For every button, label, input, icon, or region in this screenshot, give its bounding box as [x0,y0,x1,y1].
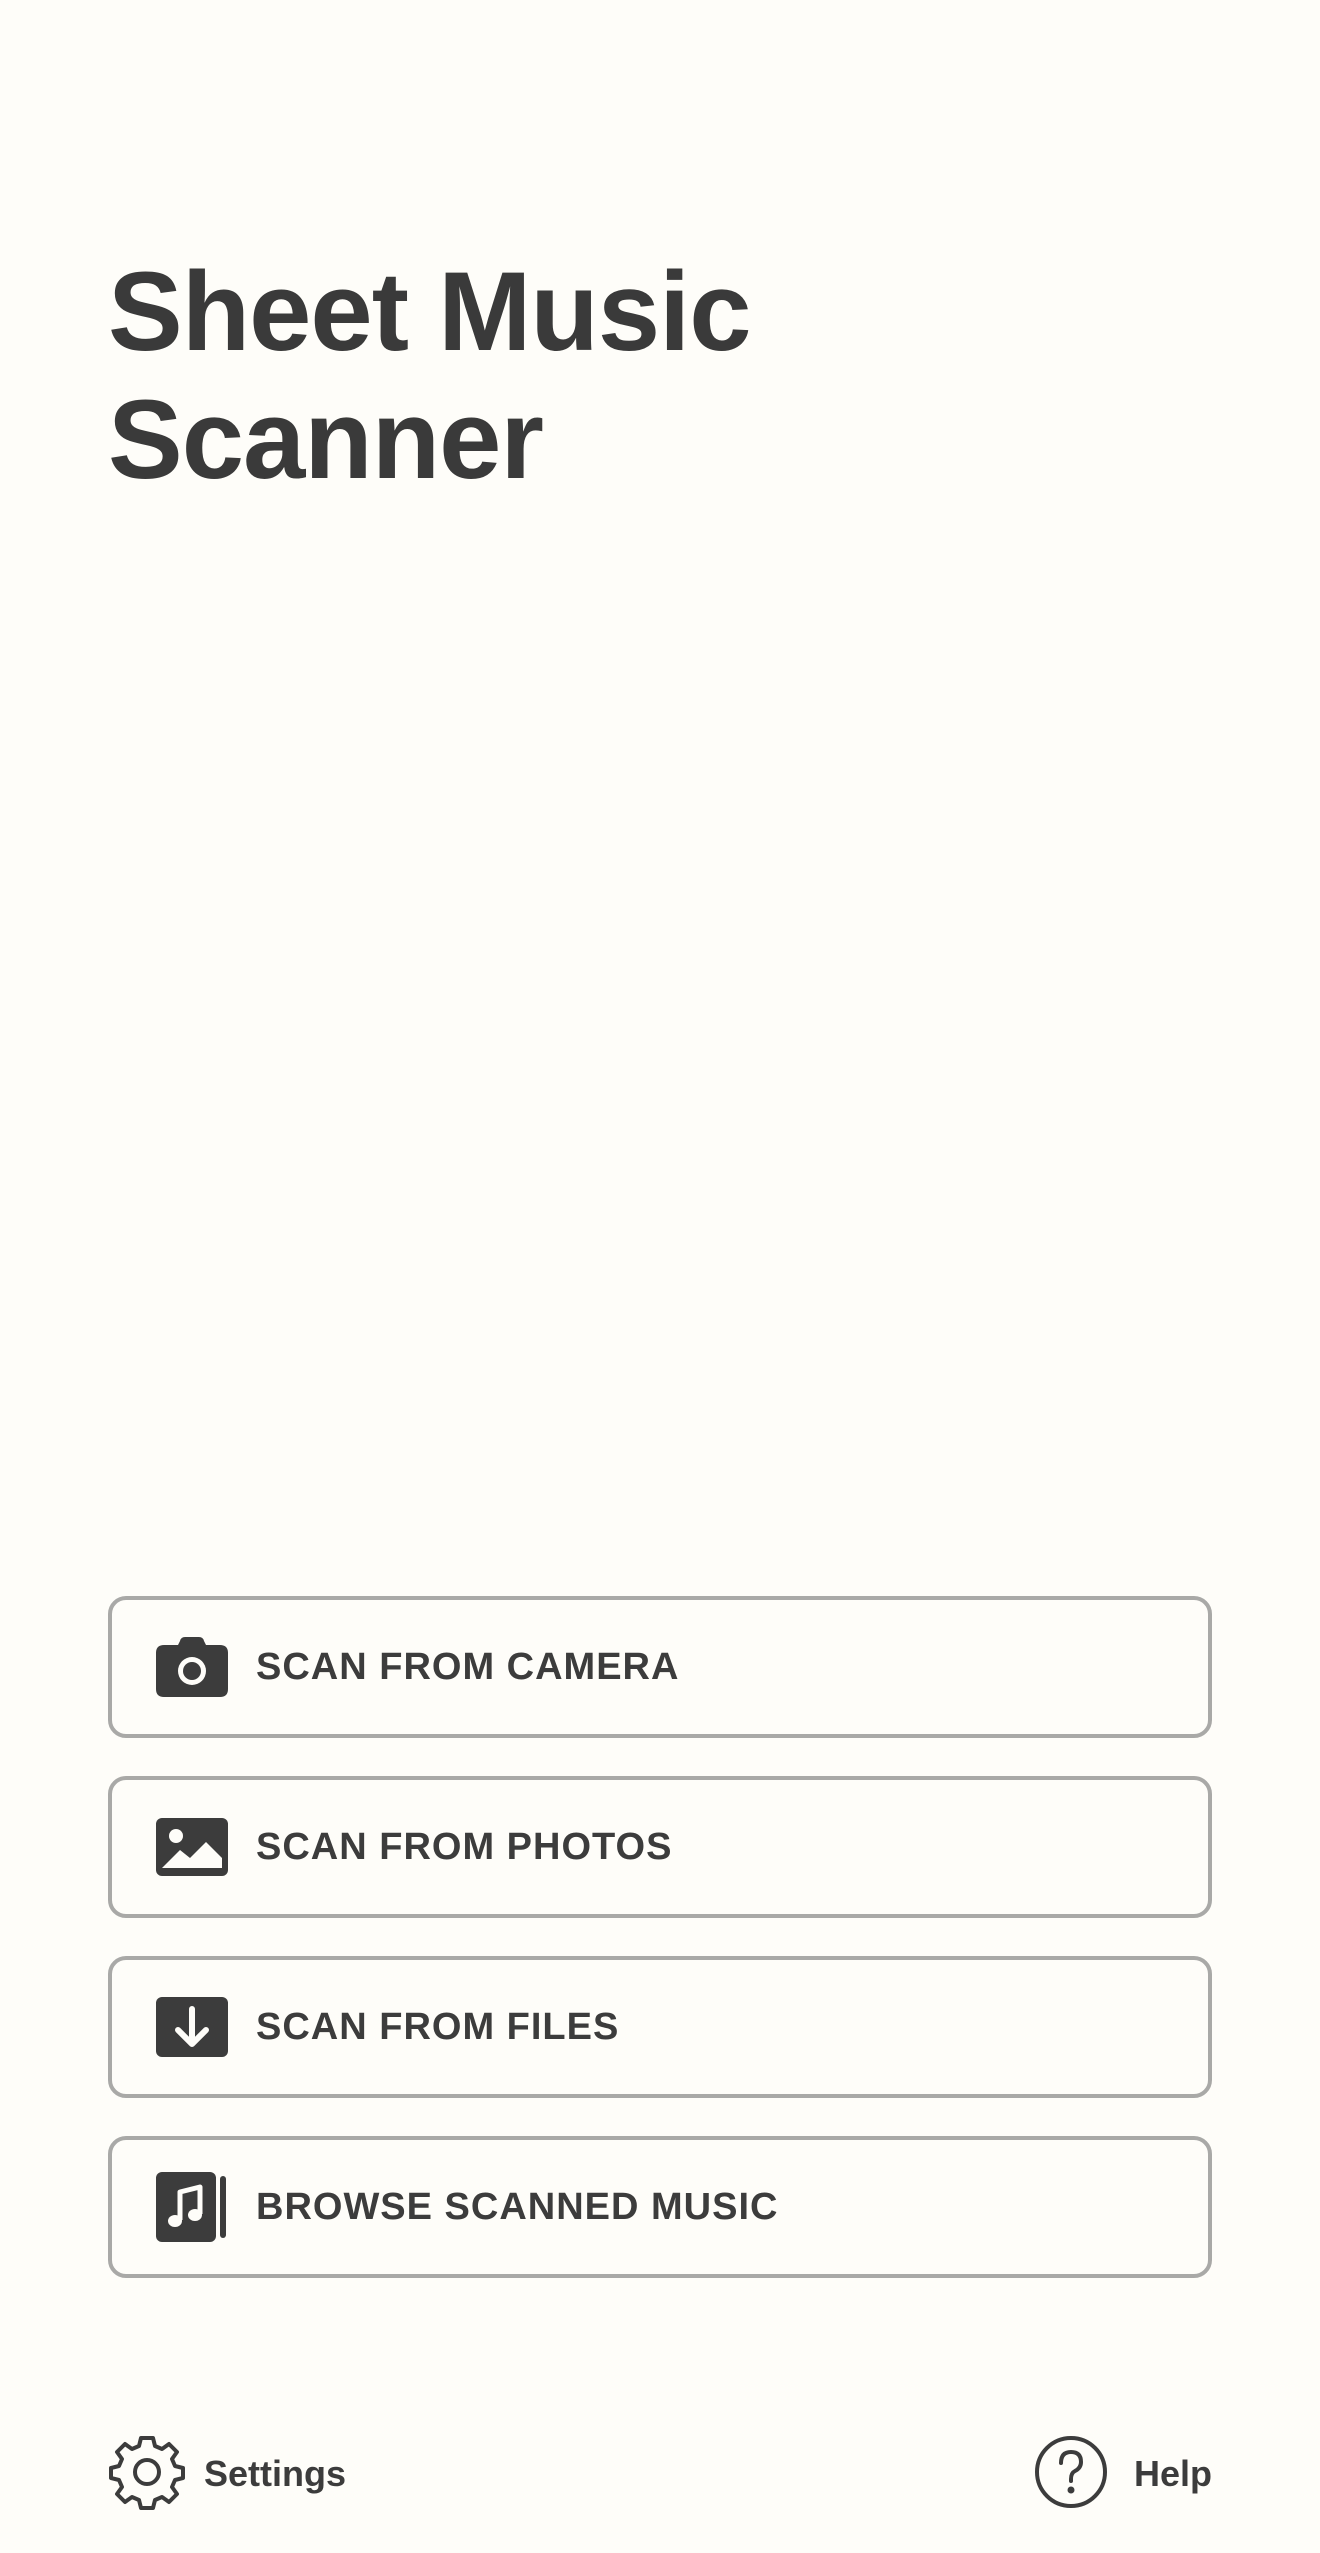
scan-from-camera-button[interactable]: SCAN FROM CAMERA [108,1596,1212,1738]
title-line-2: Scanner [108,377,544,502]
scan-from-files-button[interactable]: SCAN FROM FILES [108,1956,1212,2098]
settings-button[interactable]: Settings [108,2435,347,2512]
download-file-icon [156,1991,228,2063]
browse-scanned-music-label: BROWSE SCANNED MUSIC [256,2185,779,2228]
gear-icon [108,2433,186,2516]
scan-from-photos-label: SCAN FROM PHOTOS [256,1825,673,1868]
scan-from-photos-button[interactable]: SCAN FROM PHOTOS [108,1776,1212,1918]
photo-icon [156,1811,228,1883]
page-title: Sheet Music Scanner [108,248,752,504]
camera-icon [156,1631,228,1703]
music-library-icon [156,2171,228,2243]
title-line-1: Sheet Music [108,249,752,374]
question-circle-icon [1034,2435,1108,2514]
scan-from-files-label: SCAN FROM FILES [256,2005,620,2048]
help-label: Help [1133,2453,1212,2494]
settings-label: Settings [204,2453,347,2494]
scan-from-camera-label: SCAN FROM CAMERA [256,1645,680,1688]
scan-actions: SCAN FROM CAMERA SCAN FROM PHOTOS SCAN F… [108,1596,1212,2316]
help-button[interactable]: Help [1034,2435,1212,2514]
browse-scanned-music-button[interactable]: BROWSE SCANNED MUSIC [108,2136,1212,2278]
